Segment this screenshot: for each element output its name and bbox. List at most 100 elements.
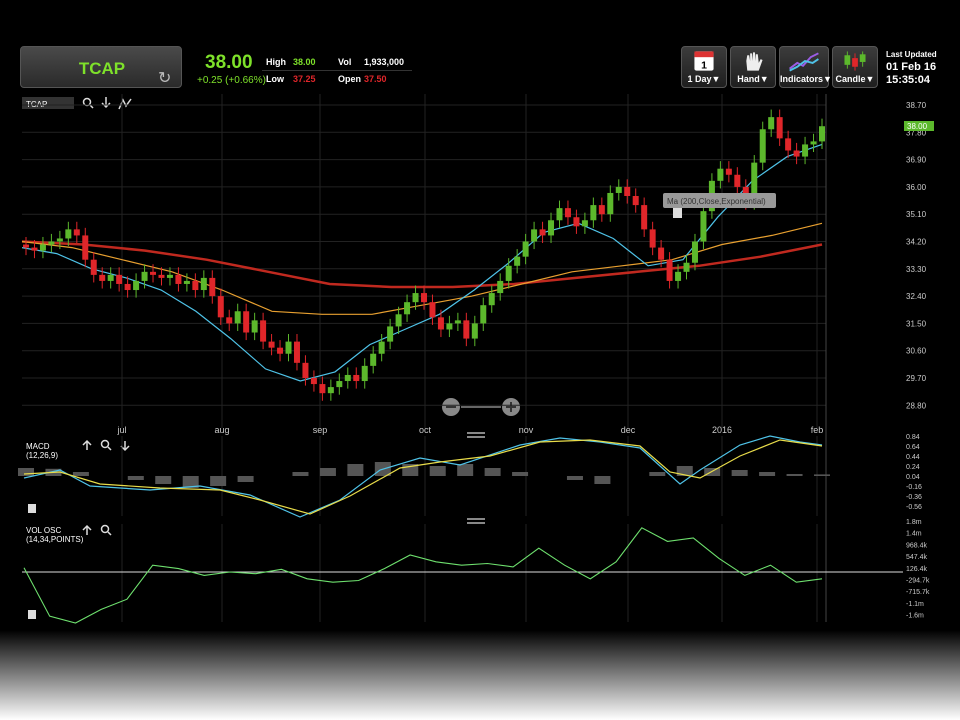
- candle[interactable]: [234, 311, 241, 324]
- candle[interactable]: [548, 220, 555, 236]
- candle[interactable]: [192, 280, 199, 291]
- zoom-in-button[interactable]: [502, 398, 520, 416]
- draw-tool-icon[interactable]: [118, 98, 132, 110]
- candle[interactable]: [175, 274, 182, 284]
- candle[interactable]: [785, 138, 792, 151]
- candle[interactable]: [73, 229, 80, 236]
- candle[interactable]: [649, 229, 656, 248]
- candle[interactable]: [480, 305, 487, 324]
- candle[interactable]: [556, 208, 563, 221]
- candle[interactable]: [691, 241, 698, 263]
- candle[interactable]: [285, 341, 292, 354]
- panel-divider-handle-2[interactable]: [467, 518, 485, 524]
- candle[interactable]: [412, 293, 419, 303]
- candle[interactable]: [310, 378, 317, 385]
- candle[interactable]: [590, 205, 597, 221]
- candle[interactable]: [725, 168, 732, 175]
- candle[interactable]: [658, 247, 665, 260]
- candle[interactable]: [268, 341, 275, 348]
- candle[interactable]: [564, 208, 571, 218]
- candle[interactable]: [133, 280, 140, 291]
- candle[interactable]: [251, 320, 258, 333]
- candle[interactable]: [48, 241, 55, 245]
- vol-osc-zoom-icon[interactable]: [100, 524, 112, 536]
- candle[interactable]: [344, 374, 351, 382]
- candle[interactable]: [99, 274, 106, 281]
- candle[interactable]: [607, 192, 614, 215]
- candle[interactable]: [226, 317, 233, 324]
- candle[interactable]: [573, 217, 580, 227]
- vol-osc-move-up-icon[interactable]: [82, 524, 92, 535]
- candle[interactable]: [666, 259, 673, 281]
- candle[interactable]: [446, 323, 453, 330]
- candle[interactable]: [471, 323, 478, 339]
- vol-osc-trash-icon[interactable]: [28, 610, 36, 619]
- candle[interactable]: [437, 317, 444, 330]
- zoom-icon[interactable]: [82, 97, 94, 109]
- candle[interactable]: [183, 280, 190, 284]
- candle[interactable]: [581, 220, 588, 227]
- candle[interactable]: [421, 293, 427, 303]
- macd-trash-icon[interactable]: [28, 504, 36, 513]
- candle[interactable]: [531, 229, 538, 242]
- candle[interactable]: [39, 244, 46, 251]
- candle[interactable]: [361, 365, 368, 382]
- candle[interactable]: [514, 256, 521, 266]
- candle[interactable]: [759, 129, 766, 163]
- candle[interactable]: [166, 274, 173, 278]
- candle[interactable]: [488, 293, 495, 306]
- candle[interactable]: [641, 205, 648, 230]
- candle[interactable]: [65, 229, 72, 239]
- candle[interactable]: [336, 381, 343, 388]
- candle[interactable]: [700, 211, 707, 242]
- candle[interactable]: [615, 186, 622, 193]
- candle[interactable]: [217, 296, 224, 318]
- candle[interactable]: [200, 277, 207, 291]
- candle[interactable]: [23, 244, 29, 248]
- candle[interactable]: [319, 384, 326, 394]
- candle[interactable]: [387, 326, 394, 342]
- candle[interactable]: [124, 283, 131, 291]
- candle[interactable]: [776, 117, 783, 139]
- candle[interactable]: [539, 229, 546, 236]
- chart-area[interactable]: TCAP MACD (12,26,9) VOL OSC (14,34,POINT…: [0, 0, 960, 630]
- candle[interactable]: [819, 126, 825, 142]
- candle[interactable]: [522, 241, 529, 257]
- candle[interactable]: [116, 274, 123, 284]
- candle[interactable]: [429, 302, 436, 318]
- zoom-out-button[interactable]: [442, 398, 460, 416]
- candle[interactable]: [31, 247, 38, 251]
- candle[interactable]: [150, 271, 157, 275]
- candle[interactable]: [209, 277, 216, 297]
- candle[interactable]: [353, 374, 360, 382]
- candle[interactable]: [632, 196, 639, 206]
- candle[interactable]: [404, 302, 411, 315]
- candle[interactable]: [302, 362, 309, 378]
- candle[interactable]: [82, 235, 89, 260]
- candle[interactable]: [802, 144, 809, 157]
- candle[interactable]: [463, 320, 470, 339]
- candle[interactable]: [395, 314, 402, 327]
- candle[interactable]: [327, 387, 334, 394]
- candle[interactable]: [505, 265, 512, 281]
- candle[interactable]: [497, 280, 504, 294]
- candle[interactable]: [734, 174, 741, 187]
- candle[interactable]: [675, 271, 682, 281]
- candle[interactable]: [454, 320, 461, 324]
- candle[interactable]: [158, 274, 165, 278]
- candle[interactable]: [370, 353, 377, 366]
- candle[interactable]: [141, 271, 148, 281]
- candle[interactable]: [793, 150, 800, 157]
- candle[interactable]: [90, 259, 97, 275]
- trash-icon[interactable]: [673, 208, 682, 218]
- candle[interactable]: [378, 341, 385, 354]
- candle[interactable]: [768, 117, 775, 130]
- macd-move-up-icon[interactable]: [82, 439, 92, 450]
- candle[interactable]: [624, 186, 631, 196]
- macd-zoom-icon[interactable]: [100, 439, 112, 451]
- candle[interactable]: [810, 141, 817, 145]
- candle[interactable]: [683, 262, 690, 272]
- candle[interactable]: [277, 347, 284, 354]
- candle[interactable]: [598, 205, 605, 215]
- candle[interactable]: [107, 274, 114, 281]
